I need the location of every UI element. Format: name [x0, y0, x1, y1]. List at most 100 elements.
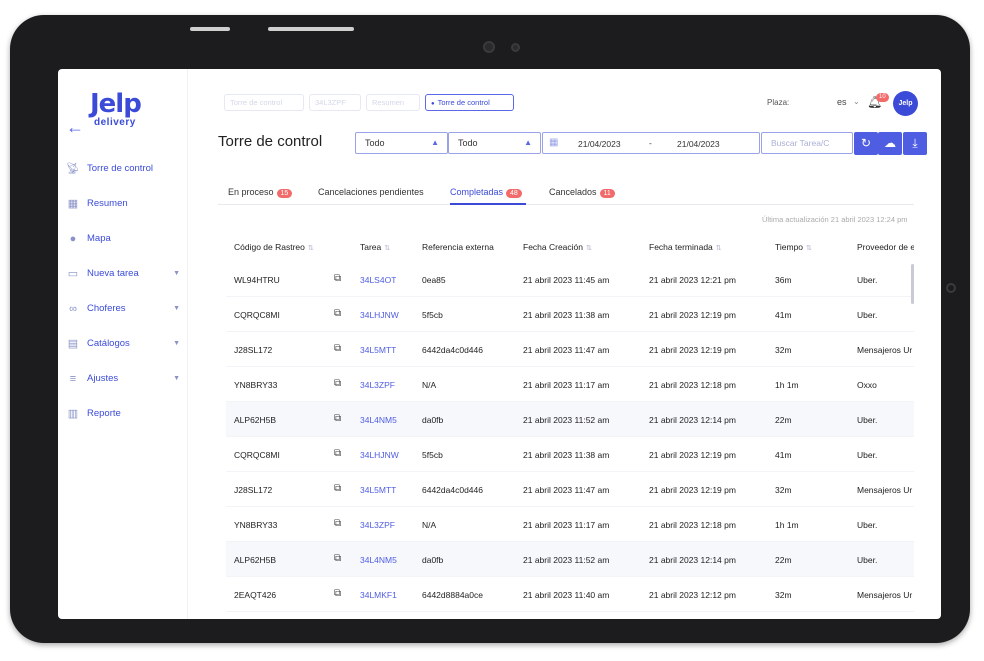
task-link[interactable]: 34L3ZPF	[360, 380, 395, 390]
copy-icon[interactable]: ⧉	[334, 343, 341, 354]
refresh-button[interactable]: ↻	[854, 132, 878, 155]
column-header[interactable]: Fecha Creación ⇅	[523, 242, 592, 252]
table-row[interactable]: 2EAQT426 34LMKF1 6442d8884a0ce 21 abril 202…	[226, 577, 914, 612]
sort-icon[interactable]: ⇅	[586, 245, 592, 252]
breadcrumb-item[interactable]: 34L3ZPF	[309, 94, 361, 111]
table-row[interactable]: J28SL172 34L5MTT 6442da4c0d446 21 abril 202…	[226, 472, 914, 507]
table-cell: 32m	[775, 485, 792, 495]
table-row[interactable]: WL94HTRU 34LS4OT 0ea85 21 abril 2023 11:45 …	[226, 262, 914, 297]
table-cell: YN8BRY33	[234, 380, 278, 390]
tab-label: Completadas	[450, 187, 504, 197]
tab-completadas[interactable]: Completadas 48	[450, 187, 522, 198]
tablet-frame: Jelp delivery ← 📡︎ Torre de control ▦ Re…	[10, 15, 970, 643]
sidebar-item-reporte[interactable]: ▥ Reporte	[66, 396, 180, 431]
task-link[interactable]: 34LS4OT	[360, 275, 396, 285]
table-row[interactable]: ALP62H5B 34L4NM5 da0fb 21 abril 2023 11:52 …	[226, 542, 914, 577]
table-cell: CQRQC8MI	[234, 450, 280, 460]
sidebar-item-mapa[interactable]: ● Mapa	[66, 221, 180, 256]
sensor-icon	[511, 43, 520, 52]
table-cell: 21 abril 2023 12:14 pm	[649, 555, 736, 565]
column-header[interactable]: Fecha terminada ⇅	[649, 242, 722, 252]
search-input[interactable]	[761, 132, 853, 154]
table-cell: 21 abril 2023 12:19 pm	[649, 345, 736, 355]
task-link[interactable]: 34LHJNW	[360, 310, 399, 320]
table-row[interactable]: CQRQC8MI 34LHJNW 5f5cb 21 abril 2023 11:38 …	[226, 437, 914, 472]
date-to[interactable]: 21/04/2023	[677, 139, 720, 149]
breadcrumb-item-active[interactable]: Torre de control	[425, 94, 514, 111]
language-select[interactable]: es	[837, 97, 847, 107]
provider-select[interactable]: Todo ▲	[448, 132, 541, 154]
sort-icon[interactable]: ⇅	[716, 245, 722, 252]
breadcrumb-item[interactable]: Resumen	[366, 94, 420, 111]
header-label: Código de Rastreo	[234, 242, 305, 252]
table-cell: 21 abril 2023 12:18 pm	[649, 520, 736, 530]
table-cell: 22m	[775, 415, 792, 425]
copy-icon[interactable]: ⧉	[334, 448, 341, 459]
table-cell: N/A	[422, 520, 437, 530]
tab-cancelaciones-pendientes[interactable]: Cancelaciones pendientes	[318, 187, 424, 197]
tab-label: Cancelaciones pendientes	[318, 187, 424, 197]
column-header[interactable]: Tiempo ⇅	[775, 242, 812, 252]
task-link[interactable]: 34L5MTT	[360, 345, 396, 355]
sidebar-item-catalogos[interactable]: ▤ Catálogos ▼	[66, 326, 180, 361]
column-header[interactable]: Tarea ⇅	[360, 242, 390, 252]
table-row[interactable]: YN8BRY33 34L3ZPF N/A 21 abril 2023 11:17 am…	[226, 507, 914, 542]
select-value: Todo	[458, 138, 478, 148]
copy-icon[interactable]: ⧉	[334, 413, 341, 424]
task-link[interactable]: 34L4NM5	[360, 415, 397, 425]
upload-button[interactable]: ☁	[878, 132, 902, 155]
sidebar-item-ajustes[interactable]: ≡ Ajustes ▼	[66, 361, 180, 396]
tab-cancelados[interactable]: Cancelados 11	[549, 187, 615, 198]
pin-icon: ●	[69, 232, 77, 245]
table-cell: ALP62H5B	[234, 415, 277, 425]
avatar[interactable]: Jelp	[893, 91, 918, 116]
breadcrumb-item[interactable]: Torre de control	[224, 94, 304, 111]
task-link[interactable]: 34L4NM5	[360, 555, 397, 565]
sort-icon[interactable]: ⇅	[308, 245, 314, 252]
copy-icon[interactable]: ⧉	[334, 273, 341, 284]
copy-icon[interactable]: ⧉	[334, 483, 341, 494]
table-cell: CQRQC8MI	[234, 310, 280, 320]
chevron-down-icon[interactable]: ⌄	[853, 97, 860, 106]
table-cell: 21 abril 2023 11:52 am	[523, 555, 610, 565]
table-row[interactable]: J28SL172 34L5MTT 6442da4c0d446 21 abril 202…	[226, 332, 914, 367]
download-button[interactable]: ⤓	[903, 132, 927, 155]
table-header-row: Código de Rastreo ⇅ Tarea ⇅ Referencia ext…	[226, 232, 914, 262]
copy-icon[interactable]: ⧉	[334, 518, 341, 529]
sidebar-item-label: Resumen	[87, 198, 128, 209]
sidebar-item-nueva-tarea[interactable]: ▭ Nueva tarea ▼	[66, 256, 180, 291]
notification-badge: 10	[876, 93, 889, 102]
table-row[interactable]: ALP62H5B 34L4NM5 da0fb 21 abril 2023 11:52 …	[226, 402, 914, 437]
column-header[interactable]: Código de Rastreo ⇅	[234, 242, 314, 252]
triangle-up-icon: ▲	[524, 138, 532, 147]
sort-icon[interactable]: ⇅	[806, 245, 812, 252]
task-link[interactable]: 34LHJNW	[360, 450, 399, 460]
table-cell: 21 abril 2023 11:17 am	[523, 520, 610, 530]
copy-icon[interactable]: ⧉	[334, 588, 341, 599]
sidebar-item-torre-de-control[interactable]: 📡︎ Torre de control	[66, 151, 180, 186]
copy-icon[interactable]: ⧉	[334, 553, 341, 564]
back-arrow-icon[interactable]: ←	[66, 117, 84, 138]
task-link[interactable]: 34L5MTT	[360, 485, 396, 495]
copy-icon[interactable]: ⧉	[334, 308, 341, 319]
date-from[interactable]: 21/04/2023	[578, 139, 621, 149]
tab-en-proceso[interactable]: En proceso 15	[228, 187, 293, 198]
task-link[interactable]: 34LMKF1	[360, 590, 397, 600]
copy-icon[interactable]: ⧉	[334, 378, 341, 389]
sidebar-item-resumen[interactable]: ▦ Resumen	[66, 186, 180, 221]
logo-text: Jelp	[90, 89, 142, 119]
sidebar-item-choferes[interactable]: ∞ Choferes ▼	[66, 291, 180, 326]
date-range-picker[interactable]: ▦ 21/04/2023 - 21/04/2023	[542, 132, 760, 154]
brand-logo[interactable]: Jelp delivery	[90, 89, 142, 128]
table-scrollbar[interactable]	[911, 264, 914, 304]
sort-icon[interactable]: ⇅	[384, 245, 390, 252]
sidebar-item-label: Mapa	[87, 233, 111, 244]
task-link[interactable]: 34L3ZPF	[360, 520, 395, 530]
table-row[interactable]: CQRQC8MI 34LHJNW 5f5cb 21 abril 2023 11:38 …	[226, 297, 914, 332]
status-select[interactable]: Todo ▲	[355, 132, 448, 154]
table-row[interactable]: YN8BRY33 34L3ZPF N/A 21 abril 2023 11:17 am…	[226, 367, 914, 402]
table-cell: 36m	[775, 275, 792, 285]
select-value: Todo	[365, 138, 385, 148]
sidebar-item-label: Catálogos	[87, 338, 130, 349]
tab-count-badge: 15	[276, 189, 293, 198]
